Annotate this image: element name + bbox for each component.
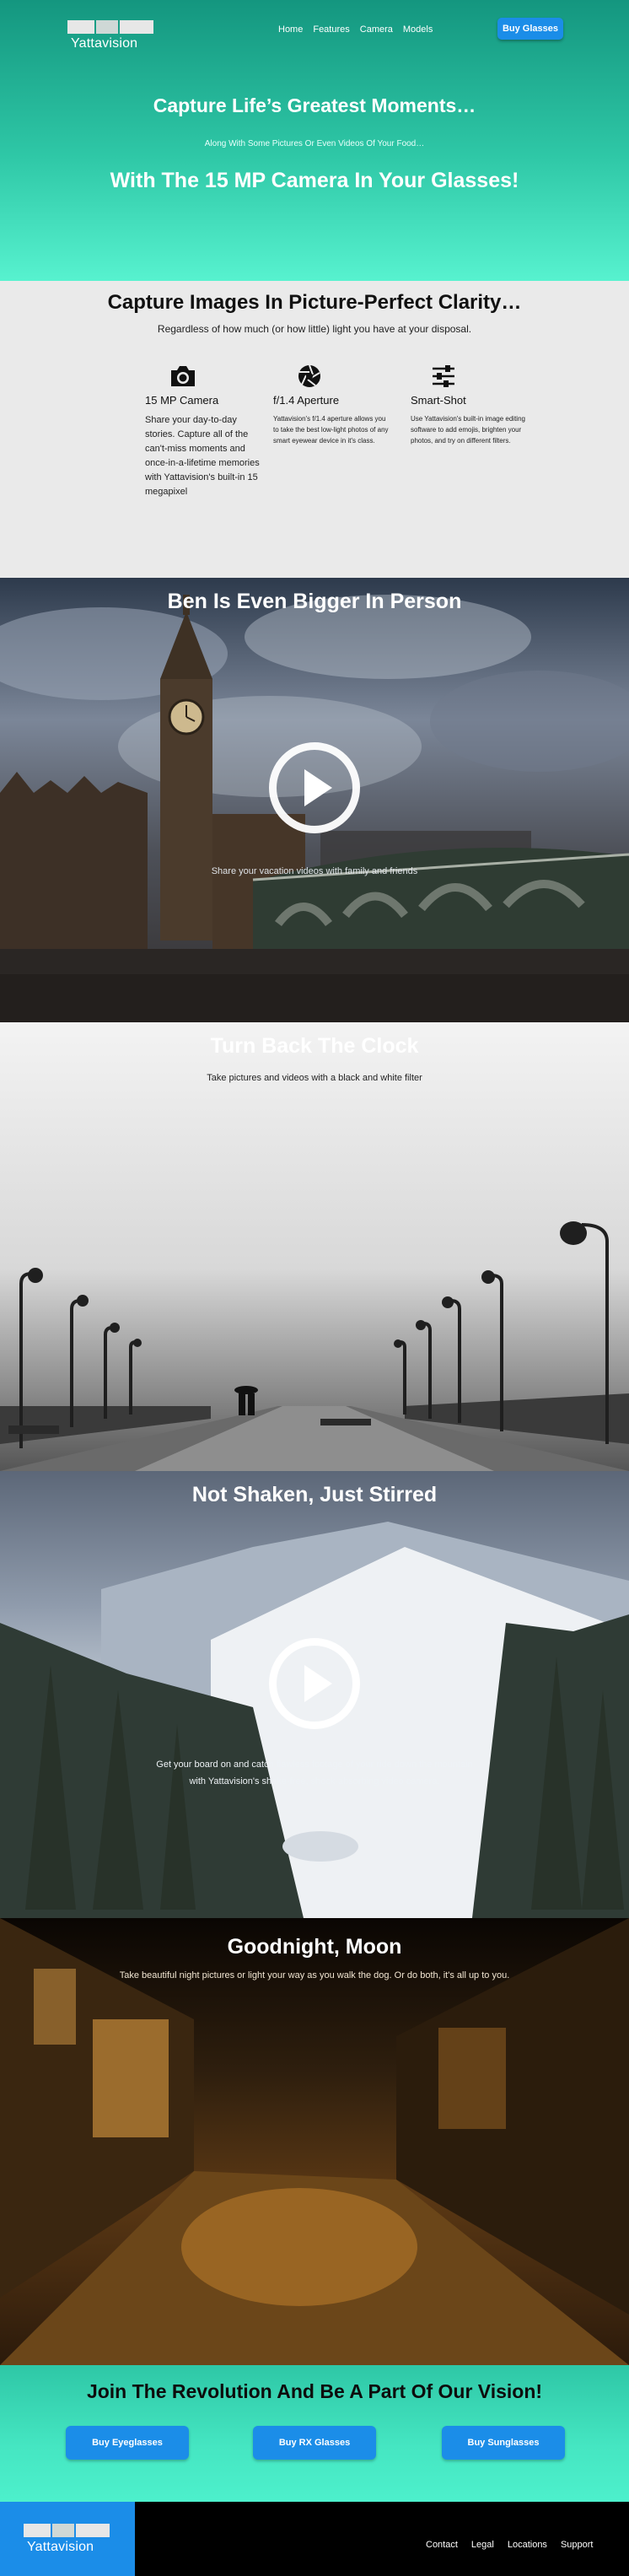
hero-subline: Along With Some Pictures Or Even Videos …	[204, 139, 425, 148]
black-white-section: Turn Back The Clock Take pictures and vi…	[0, 1022, 629, 1471]
section-caption: Take pictures and videos with a black an…	[207, 1073, 422, 1083]
feature-description: Use Yattavision's built-in image editing…	[411, 415, 525, 445]
footer-link-legal[interactable]: Legal	[471, 2540, 494, 2550]
logo-bar	[96, 20, 118, 34]
logo-bar	[67, 20, 94, 34]
logo-bar	[120, 20, 153, 34]
buy-glasses-button[interactable]: Buy Glasses	[497, 18, 563, 40]
nav-link-home[interactable]: Home	[278, 24, 303, 35]
features-title: Capture Images In Picture-Perfect Clarit…	[107, 291, 522, 314]
footer-nav: Contact Legal Locations Support	[426, 2540, 593, 2550]
footer-link-locations[interactable]: Locations	[508, 2540, 547, 2550]
logo-bar	[52, 2524, 74, 2537]
section-caption: with Yattavision's shake-free, shock-abs…	[189, 1776, 440, 1786]
logo-bar	[76, 2524, 110, 2537]
section-title: Not Shaken, Just Stirred	[191, 1483, 438, 1506]
night-street-photo	[0, 1918, 629, 2365]
feature-smart-shot: Smart-Shot Use Yattavision's built-in im…	[411, 364, 529, 446]
nav-link-features[interactable]: Features	[313, 24, 349, 35]
feature-description: Yattavision's f/1.4 aperture allows you …	[273, 415, 389, 445]
section-caption: Share your vacation videos with family a…	[211, 866, 418, 876]
buy-eyeglasses-button[interactable]: Buy Eyeglasses	[66, 2426, 189, 2460]
hero-section: Yattavision Home Features Camera Models …	[0, 0, 629, 281]
section-caption: Take beautiful night pictures or light y…	[119, 1970, 510, 1981]
buy-rx-glasses-button[interactable]: Buy RX Glasses	[253, 2426, 376, 2460]
snowboard-section: Not Shaken, Just Stirred Get your board …	[0, 1471, 629, 1918]
camera-icon	[145, 364, 263, 391]
sliders-icon	[411, 364, 529, 391]
buy-sunglasses-button[interactable]: Buy Sunglasses	[442, 2426, 565, 2460]
hero-headline: Capture Life’s Greatest Moments…	[153, 94, 476, 116]
section-caption: Get your board on and catch flawless foo…	[156, 1760, 473, 1770]
pier-photo	[0, 1221, 629, 1471]
section-title: Ben Is Even Bigger In Person	[167, 590, 462, 613]
play-icon	[304, 769, 332, 806]
features-section: Capture Images In Picture-Perfect Clarit…	[0, 281, 629, 578]
feature-title: f/1.4 Aperture	[273, 394, 340, 407]
logo-bar	[24, 2524, 51, 2537]
brand-name: Yattavision	[27, 2540, 94, 2554]
brand-logo[interactable]: Yattavision	[67, 20, 160, 57]
hero-headline-secondary: With The 15 MP Camera In Your Glasses!	[110, 169, 519, 192]
section-title: Turn Back The Clock	[210, 1034, 419, 1058]
big-ben-section: Ben Is Even Bigger In Person Share your …	[0, 578, 629, 1022]
feature-title: 15 MP Camera	[145, 394, 219, 407]
feature-title: Smart-Shot	[411, 394, 466, 407]
play-video-button[interactable]	[269, 742, 360, 833]
feature-aperture: f/1.4 Aperture Yattavision's f/1.4 apert…	[273, 364, 391, 446]
features-subtitle: Regardless of how much (or how little) l…	[157, 323, 472, 335]
aperture-icon	[273, 364, 391, 391]
join-title: Join The Revolution And Be A Part Of Our…	[86, 2380, 543, 2402]
feature-description: Share your day-to-day stories. Capture a…	[145, 415, 260, 497]
footer-logo[interactable]: Yattavision	[0, 2502, 135, 2576]
play-icon	[304, 1665, 332, 1702]
feature-camera: 15 MP Camera Share your day-to-day stori…	[145, 364, 263, 499]
footer-link-contact[interactable]: Contact	[426, 2540, 458, 2550]
footer-link-support[interactable]: Support	[561, 2540, 594, 2550]
night-section: Goodnight, Moon Take beautiful night pic…	[0, 1918, 629, 2365]
section-title: Goodnight, Moon	[227, 1935, 402, 1959]
join-section: Join The Revolution And Be A Part Of Our…	[0, 2365, 629, 2502]
footer: Yattavision Contact Legal Locations Supp…	[0, 2502, 629, 2576]
main-nav: Home Features Camera Models	[278, 24, 433, 35]
brand-name: Yattavision	[71, 36, 138, 51]
play-video-button[interactable]	[269, 1638, 360, 1729]
nav-link-camera[interactable]: Camera	[360, 24, 393, 35]
nav-link-models[interactable]: Models	[403, 24, 433, 35]
